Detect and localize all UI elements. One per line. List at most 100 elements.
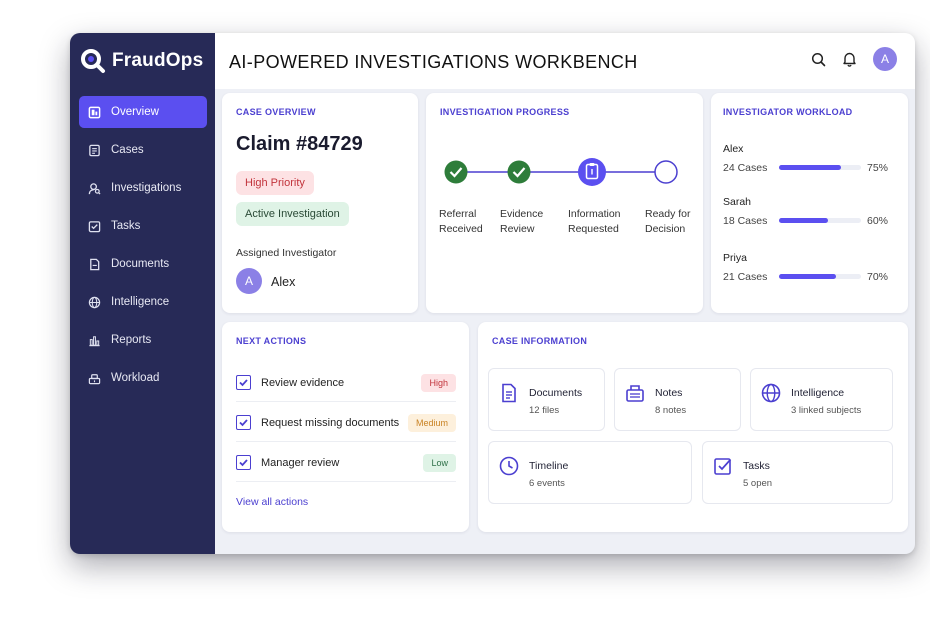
user-avatar[interactable]: A	[873, 47, 897, 71]
view-all-actions-link[interactable]: View all actions	[236, 496, 308, 508]
documents-icon	[90, 258, 100, 270]
info-tile-notes[interactable]: Notes 8 notes	[614, 368, 741, 431]
sidebar-item-reports[interactable]: Reports	[79, 324, 207, 356]
tile-title: Timeline	[529, 460, 569, 472]
step-label-referral: Referral Received	[439, 208, 483, 235]
tile-subtitle: 5 open	[743, 478, 773, 489]
workload-cases: 21 Cases	[723, 271, 768, 283]
case-information-title: CASE INFORMATION	[492, 336, 588, 346]
investigation-progress-title: INVESTIGATION PROGRESS	[440, 107, 570, 117]
tile-title: Documents	[529, 387, 583, 399]
sidebar-item-workload[interactable]: Workload	[79, 362, 207, 394]
sidebar-item-intelligence[interactable]: Intelligence	[79, 286, 207, 318]
action-label: Manager review	[261, 456, 340, 469]
priority-badge: Low	[423, 453, 456, 472]
tile-subtitle: 3 linked subjects	[791, 405, 862, 416]
tile-title: Notes	[655, 387, 683, 399]
sidebar-item-documents[interactable]: Documents	[79, 248, 207, 280]
globe-icon	[761, 383, 781, 403]
search-icon[interactable]	[811, 52, 826, 67]
investigation-progress-card: INVESTIGATION PROGRESS Referral Received …	[426, 93, 703, 313]
action-label: Request missing documents	[261, 416, 400, 429]
step-pending-icon	[654, 160, 678, 184]
tile-subtitle: 8 notes	[655, 405, 687, 416]
sidebar-item-label: Reports	[111, 334, 152, 346]
step-information-current-icon	[578, 158, 606, 186]
tile-subtitle: 6 events	[529, 478, 565, 489]
page-title: AI-POWERED INVESTIGATIONS WORKBENCH	[229, 52, 638, 72]
top-actions: A	[811, 47, 897, 71]
priority-badge: High Priority	[236, 171, 314, 195]
step-referral-done-icon	[444, 160, 468, 184]
status-badge: Active Investigation	[236, 202, 349, 226]
info-tile-tasks[interactable]: Tasks 5 open	[702, 441, 893, 504]
action-item[interactable]: Request missing documents Medium	[236, 404, 456, 442]
info-tile-timeline[interactable]: Timeline 6 events	[488, 441, 692, 504]
workload-bar	[779, 165, 861, 170]
action-item[interactable]: Manager review Low	[236, 444, 456, 482]
workload-bar-fill	[779, 165, 841, 170]
globe-icon	[88, 296, 101, 308]
progress-stepper	[444, 158, 678, 186]
checkbox-checked-icon[interactable]	[236, 415, 251, 430]
sidebar-item-tasks[interactable]: Tasks	[79, 210, 207, 242]
logo[interactable]: FraudOps	[80, 48, 203, 74]
reports-icon	[89, 335, 100, 346]
sidebar-item-label: Overview	[111, 106, 159, 118]
app-window: FraudOps Overview Cases Investigations T…	[70, 33, 915, 554]
info-tile-intelligence[interactable]: Intelligence 3 linked subjects	[750, 368, 893, 431]
investigator-workload-card: INVESTIGATOR WORKLOAD Alex 24 Cases 75% …	[711, 93, 908, 313]
workload-percent: 60%	[866, 215, 888, 227]
workload-name: Sarah	[723, 196, 752, 208]
case-overview-card: CASE OVERVIEW Claim #84729 High Priority…	[222, 93, 418, 313]
tasks-icon	[88, 220, 101, 232]
case-overview-title: CASE OVERVIEW	[236, 107, 316, 117]
workload-bar-fill	[779, 274, 837, 279]
logo-icon	[80, 48, 106, 74]
overview-icon	[88, 106, 101, 118]
sidebar-item-overview[interactable]: Overview	[79, 96, 207, 128]
cases-icon	[89, 144, 100, 156]
sidebar-nav: Overview Cases Investigations Tasks Docu…	[79, 96, 207, 400]
workload-percent: 70%	[866, 271, 888, 283]
investigator-name[interactable]: Alex	[271, 275, 295, 289]
app-name: FraudOps	[112, 50, 204, 71]
tile-subtitle: 12 files	[529, 405, 560, 416]
workload-name: Alex	[723, 143, 744, 155]
workload-bar	[779, 218, 861, 223]
sidebar-item-label: Workload	[111, 372, 160, 384]
step-label-decision: Ready for Decision	[645, 208, 691, 235]
step-evidence-done-icon	[507, 160, 531, 184]
sidebar-item-label: Cases	[111, 144, 144, 156]
sidebar-item-label: Documents	[111, 258, 170, 270]
priority-badge: High	[421, 373, 456, 392]
step-label-evidence: Evidence Review	[500, 208, 544, 235]
workload-cases: 24 Cases	[723, 162, 768, 174]
workload-bar	[779, 274, 861, 279]
bell-icon[interactable]	[842, 51, 857, 67]
workload-name: Priya	[723, 252, 747, 264]
investigator-workload-title: INVESTIGATOR WORKLOAD	[723, 107, 853, 117]
tile-title: Tasks	[743, 460, 770, 472]
workload-icon	[88, 373, 101, 384]
checkbox-checked-icon[interactable]	[236, 455, 251, 470]
workload-percent: 75%	[866, 162, 888, 174]
sidebar-item-cases[interactable]: Cases	[79, 134, 207, 166]
sidebar-item-label: Tasks	[111, 220, 141, 232]
priority-badge: Medium	[407, 413, 456, 432]
investigator-avatar[interactable]: A	[236, 268, 262, 294]
sidebar-item-investigations[interactable]: Investigations	[79, 172, 207, 204]
workload-cases: 18 Cases	[723, 215, 768, 227]
step-label-information: Information Requested	[568, 208, 621, 235]
clock-icon	[499, 456, 519, 476]
info-tile-documents[interactable]: Documents 12 files	[488, 368, 605, 431]
checkbox-checked-icon[interactable]	[236, 375, 251, 390]
next-actions-card: NEXT ACTIONS Review evidence High Reques…	[222, 322, 469, 532]
sidebar: FraudOps Overview Cases Investigations T…	[70, 33, 215, 554]
checkbox-icon	[714, 458, 732, 475]
notes-icon	[626, 385, 644, 402]
action-item[interactable]: Review evidence High	[236, 364, 456, 402]
investigations-icon	[88, 182, 101, 194]
next-actions-title: NEXT ACTIONS	[236, 336, 307, 346]
sidebar-item-label: Intelligence	[111, 296, 170, 308]
